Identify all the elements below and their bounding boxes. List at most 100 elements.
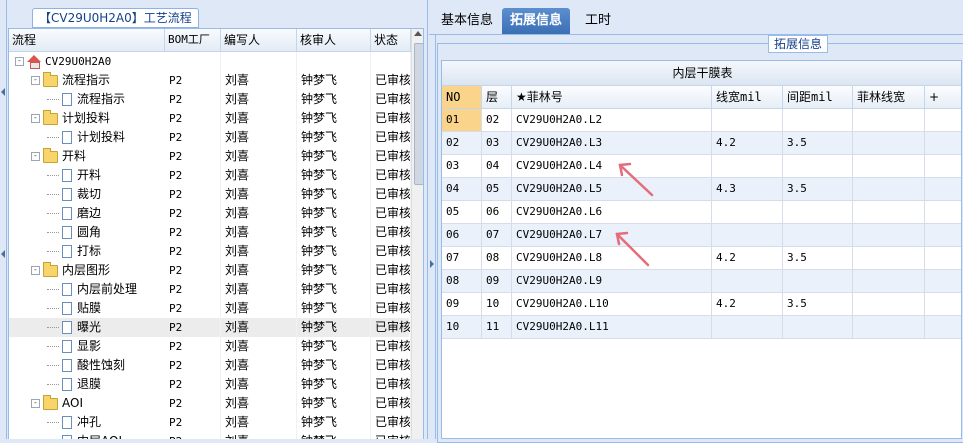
tree-node[interactable]: 内层前处理 [47,280,137,299]
tree-node[interactable]: - 内层图形 [31,261,110,280]
tab-basic-info[interactable]: 基本信息 [433,8,501,34]
tree-row[interactable]: 内层AOI P2刘喜钟梦飞已审核 [9,432,411,439]
extra-cell[interactable] [925,201,961,223]
spacing-cell[interactable]: 3.5 [783,247,853,269]
add-column-button[interactable]: + [925,86,961,108]
spacing-cell[interactable] [783,270,853,292]
tree-node[interactable]: - CV29U0H2A0 [15,52,111,71]
tree-row[interactable]: - 计划投料 P2 刘喜 钟梦飞 已审核 [9,109,411,128]
collapse-toggle-icon[interactable]: - [31,152,40,161]
scroll-up-icon[interactable] [414,31,422,36]
tree-scrollbar[interactable] [411,29,423,439]
tree-node[interactable]: 裁切 [47,185,101,204]
tree-row[interactable]: 内层前处理 P2 刘喜 钟梦飞 已审核 [9,280,411,299]
tree-row[interactable]: 流程指示 P2 刘喜 钟梦飞 已审核 [9,90,411,109]
tree-row[interactable]: 打标 P2 刘喜 钟梦飞 已审核 [9,242,411,261]
grid-row[interactable]: 02 03 CV29U0H2A0.L3 4.2 3.5 [442,132,961,155]
spacing-cell[interactable] [783,316,853,338]
tree-row[interactable]: 酸性蚀刻 P2 刘喜 钟梦飞 已审核 [9,356,411,375]
film-line-width-cell[interactable] [853,132,925,154]
tab-extension-info[interactable]: 拓展信息 [502,8,571,34]
tree-row[interactable]: 退膜 P2 刘喜 钟梦飞 已审核 [9,375,411,394]
tree-row[interactable]: 裁切 P2 刘喜 钟梦飞 已审核 [9,185,411,204]
tree-row[interactable]: 磨边 P2 刘喜 钟梦飞 已审核 [9,204,411,223]
grid-row[interactable]: 01 02 CV29U0H2A0.L2 [442,109,961,132]
tree-row[interactable]: - CV29U0H2A0 [9,52,411,71]
tree-node[interactable]: 贴膜 [47,299,101,318]
tree-row[interactable]: 开料 P2 刘喜 钟梦飞 已审核 [9,166,411,185]
line-width-cell[interactable] [712,201,783,223]
grid-row[interactable]: 09 10 CV29U0H2A0.L10 4.2 3.5 [442,293,961,316]
column-header-line-width[interactable]: 线宽mil [712,86,783,108]
tree-node[interactable]: 圆角 [47,223,101,242]
film-line-width-cell[interactable] [853,109,925,131]
grid-row[interactable]: 03 04 CV29U0H2A0.L4 [442,155,961,178]
extra-cell[interactable] [925,247,961,269]
film-line-width-cell[interactable] [853,155,925,177]
extra-cell[interactable] [925,270,961,292]
tree-row[interactable]: - 开料 P2 刘喜 钟梦飞 已审核 [9,147,411,166]
line-width-cell[interactable] [712,224,783,246]
extra-cell[interactable] [925,293,961,315]
spacing-cell[interactable] [783,224,853,246]
spacing-cell[interactable] [783,201,853,223]
film-line-width-cell[interactable] [853,293,925,315]
spacing-cell[interactable] [783,155,853,177]
column-header-reviewer[interactable]: 核审人 [297,29,371,51]
tree-row[interactable]: - 流程指示 P2 刘喜 钟梦飞 已审核 [9,71,411,90]
film-line-width-cell[interactable] [853,247,925,269]
tree-row[interactable]: 计划投料 P2 刘喜 钟梦飞 已审核 [9,128,411,147]
collapse-toggle-icon[interactable]: - [31,114,40,123]
spacing-cell[interactable]: 3.5 [783,132,853,154]
tree-row[interactable]: 曝光 P2 刘喜 钟梦飞 已审核 [9,318,411,337]
column-header-no[interactable]: NO [442,86,482,108]
line-width-cell[interactable] [712,316,783,338]
line-width-cell[interactable]: 4.2 [712,247,783,269]
tree-node[interactable]: - 流程指示 [31,71,110,90]
tree-node[interactable]: 酸性蚀刻 [47,356,125,375]
tree-node[interactable]: - 开料 [31,147,86,166]
film-line-width-cell[interactable] [853,270,925,292]
film-line-width-cell[interactable] [853,178,925,200]
column-header-film-number[interactable]: ★菲林号 [512,86,712,108]
film-line-width-cell[interactable] [853,224,925,246]
spacing-cell[interactable] [783,109,853,131]
tree-node[interactable]: 磨边 [47,204,101,223]
tree-node[interactable]: - AOI [31,394,83,413]
line-width-cell[interactable]: 4.2 [712,293,783,315]
grid-row[interactable]: 08 09 CV29U0H2A0.L9 [442,270,961,293]
tree-node[interactable]: 显影 [47,337,101,356]
scroll-thumb[interactable] [414,43,423,185]
grid-row[interactable]: 05 06 CV29U0H2A0.L6 [442,201,961,224]
extra-cell[interactable] [925,178,961,200]
column-header-bom-factory[interactable]: BOM工厂 [165,29,221,51]
tree-node[interactable]: 内层AOI [47,432,122,439]
tree-node[interactable]: 曝光 [47,318,101,337]
tree-node[interactable]: - 计划投料 [31,109,110,128]
tree-row[interactable]: 贴膜 P2 刘喜 钟梦飞 已审核 [9,299,411,318]
tab-work-hours[interactable]: 工时 [577,8,619,34]
column-header-film-line-width[interactable]: 菲林线宽 [853,86,925,108]
right-collapse-edge[interactable] [429,34,436,439]
tree-row[interactable]: 冲孔 P2 刘喜 钟梦飞 已审核 [9,413,411,432]
tree-node[interactable]: 退膜 [47,375,101,394]
collapse-toggle-icon[interactable]: - [31,399,40,408]
column-header-layer[interactable]: 层 [482,86,512,108]
grid-row[interactable]: 07 08 CV29U0H2A0.L8 4.2 3.5 [442,247,961,270]
line-width-cell[interactable]: 4.3 [712,178,783,200]
tree-node[interactable]: 流程指示 [47,90,125,109]
tree-row[interactable]: 圆角 P2 刘喜 钟梦飞 已审核 [9,223,411,242]
tree-node[interactable]: 计划投料 [47,128,125,147]
collapse-toggle-icon[interactable]: - [31,76,40,85]
line-width-cell[interactable] [712,109,783,131]
tree-node[interactable]: 打标 [47,242,101,261]
column-header-writer[interactable]: 编写人 [221,29,297,51]
grid-row[interactable]: 10 11 CV29U0H2A0.L11 [442,316,961,339]
extra-cell[interactable] [925,316,961,338]
spacing-cell[interactable]: 3.5 [783,293,853,315]
extra-cell[interactable] [925,109,961,131]
spacing-cell[interactable]: 3.5 [783,178,853,200]
grid-row[interactable]: 04 05 CV29U0H2A0.L5 4.3 3.5 [442,178,961,201]
collapse-arrow-icon[interactable] [430,260,434,268]
grid-row[interactable]: 06 07 CV29U0H2A0.L7 [442,224,961,247]
